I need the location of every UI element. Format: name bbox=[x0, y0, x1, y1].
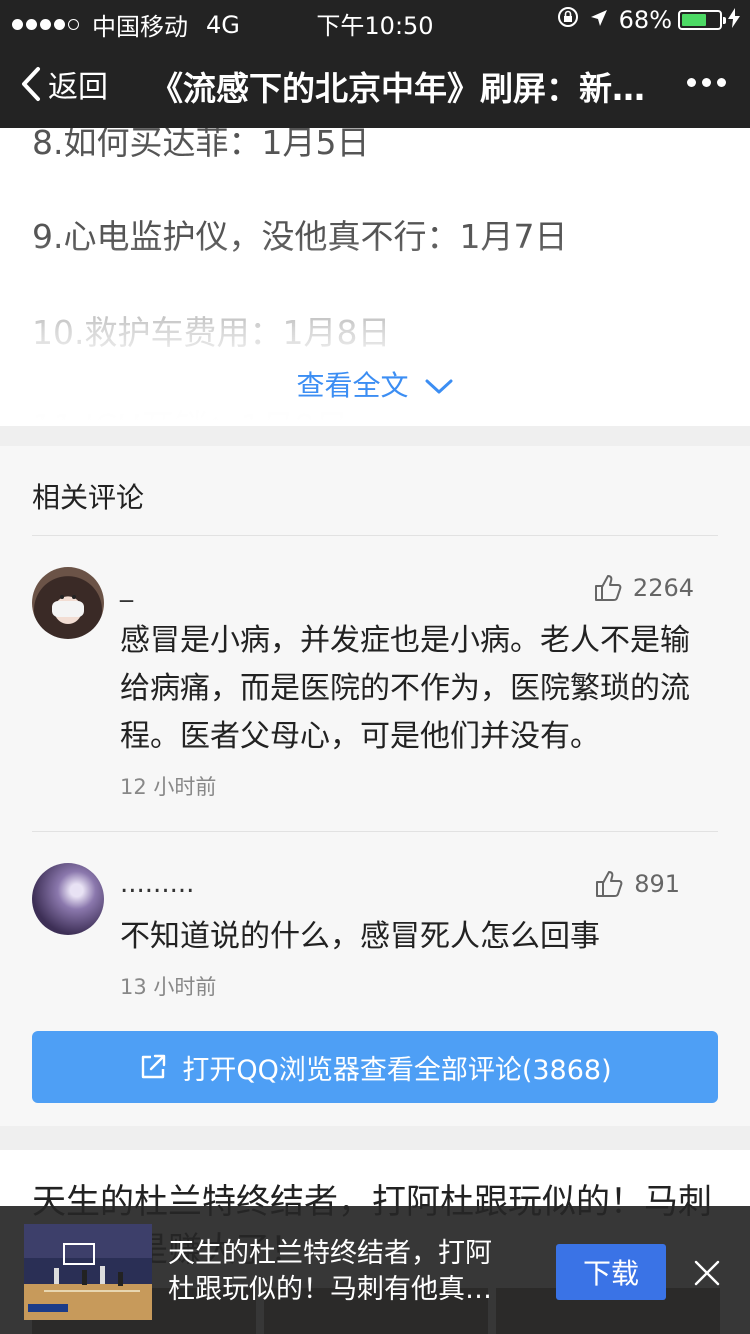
comments-section: 相关评论 _ 2264 感冒是小病，并发症也是小病。老人不是输给病痛，而是医院的… bbox=[0, 446, 750, 1126]
comment-text: 感冒是小病，并发症也是小病。老人不是输给病痛，而是医院的不作为，医院繁琐的流程。… bbox=[120, 623, 690, 754]
back-label: 返回 bbox=[48, 70, 108, 105]
avatar[interactable] bbox=[32, 567, 104, 639]
read-more-label: 查看全文 bbox=[296, 369, 409, 402]
read-more-link[interactable]: 查看全文 bbox=[0, 364, 750, 404]
avatar[interactable] bbox=[32, 863, 104, 935]
charging-bolt-icon bbox=[728, 6, 740, 34]
close-icon[interactable] bbox=[694, 1260, 720, 1290]
banner-line: 天生的杜兰特终结者，打阿 bbox=[168, 1238, 492, 1269]
status-bar: 中国移动 4G 下午10:50 68% bbox=[0, 0, 750, 41]
banner-thumbnail[interactable] bbox=[24, 1224, 152, 1320]
section-divider bbox=[0, 1126, 750, 1150]
download-button[interactable]: 下载 bbox=[556, 1244, 666, 1300]
comment-time: 12 小时前 bbox=[120, 775, 217, 799]
comment-author: _ bbox=[120, 573, 133, 603]
orientation-lock-icon bbox=[557, 6, 579, 34]
open-all-comments-button[interactable]: 打开QQ浏览器查看全部评论(3868) bbox=[32, 1031, 718, 1103]
comment-text: 不知道说的什么，感冒死人怎么回事 bbox=[120, 919, 600, 954]
page-title: 《流感下的北京中年》刷屏：新年的第一个悲伤故事 bbox=[150, 69, 660, 108]
back-button[interactable]: 返回 bbox=[20, 62, 108, 106]
external-link-icon bbox=[142, 1054, 166, 1079]
battery-icon bbox=[678, 10, 726, 30]
toc-item: 8.如何买达菲：1月5日 bbox=[32, 128, 370, 162]
nav-bar: 返回 《流感下的北京中年》刷屏：新年的第一个悲伤故事 bbox=[0, 40, 750, 128]
comments-heading: 相关评论 bbox=[32, 481, 145, 514]
comment-author: ......... bbox=[120, 869, 195, 899]
like-button[interactable]: 2264 bbox=[593, 573, 694, 603]
battery-percent: 68% bbox=[618, 6, 672, 34]
divider bbox=[32, 831, 718, 832]
banner-text[interactable]: 天生的杜兰特终结者，打阿 杜跟玩似的！马刺有他真是赚大了！ bbox=[168, 1236, 518, 1308]
like-count: 2264 bbox=[632, 574, 694, 602]
thumbs-up-icon bbox=[594, 575, 622, 601]
banner-line: 杜跟玩似的！马刺有他真是赚大了！ bbox=[168, 1274, 518, 1305]
chevron-down-icon bbox=[425, 379, 453, 394]
section-divider bbox=[0, 426, 750, 446]
status-right: 68% bbox=[557, 6, 740, 34]
download-banner: 天生的杜兰特终结者，打阿 杜跟玩似的！马刺有他真是赚大了！ 下载 bbox=[0, 1206, 750, 1334]
open-all-comments-label: 打开QQ浏览器查看全部评论(3868) bbox=[182, 1054, 612, 1086]
chevron-left-icon bbox=[22, 67, 40, 101]
like-button[interactable]: 891 bbox=[594, 869, 680, 899]
toc-item: 9.心电监护仪，没他真不行：1月7日 bbox=[32, 217, 568, 256]
like-count: 891 bbox=[634, 870, 680, 898]
article-excerpt: 8.如何买达菲：1月5日 9.心电监护仪，没他真不行：1月7日 10.救护车费用… bbox=[0, 128, 750, 426]
thumbs-up-icon bbox=[596, 871, 623, 897]
comment-time: 13 小时前 bbox=[120, 975, 217, 999]
location-arrow-icon bbox=[589, 6, 609, 34]
divider bbox=[32, 535, 718, 536]
battery-fill bbox=[682, 14, 707, 26]
more-options-icon[interactable] bbox=[681, 78, 726, 87]
toc-item: 10.救护车费用：1月8日 bbox=[32, 313, 391, 352]
